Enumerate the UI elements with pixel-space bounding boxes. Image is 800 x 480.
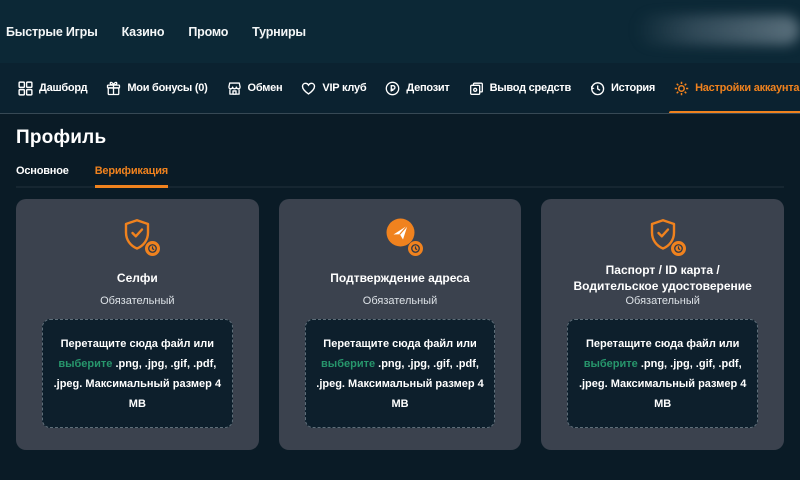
profile-subtabs: Основное Верификация xyxy=(16,165,784,188)
dropzone-text: Перетащите сюда файл или выберите .png, … xyxy=(314,334,487,414)
requirement-label: Обязательный xyxy=(625,295,699,307)
verification-cards: Селфи Обязательный Перетащите сюда файл … xyxy=(16,199,784,450)
file-dropzone[interactable]: Перетащите сюда файл или выберите .png, … xyxy=(305,319,496,428)
gift-icon xyxy=(106,81,121,96)
dashboard-icon xyxy=(18,81,33,96)
nav-item-fast-games[interactable]: Быстрые Игры xyxy=(6,25,98,39)
card-title: Подтверждение адреса xyxy=(330,262,469,294)
tab-label: VIP клуб xyxy=(322,82,366,94)
tab-dashboard[interactable]: Дашборд xyxy=(18,63,87,114)
requirement-label: Обязательный xyxy=(363,295,437,307)
dropzone-text-before: Перетащите сюда файл или xyxy=(323,338,476,350)
nav-item-tournaments[interactable]: Турниры xyxy=(252,25,306,39)
verification-card-passport: Паспорт / ID карта / Водительское удосто… xyxy=(541,199,784,450)
gear-icon xyxy=(674,81,689,96)
profile-section: Профиль Основное Верификация Селфи Обяза… xyxy=(0,114,800,450)
tab-account-settings[interactable]: Настройки аккаунта xyxy=(674,63,799,114)
pending-clock-badge-icon xyxy=(671,241,686,256)
nav-item-promo[interactable]: Промо xyxy=(188,25,228,39)
tab-history[interactable]: История xyxy=(590,63,655,114)
blurred-area xyxy=(635,15,800,45)
dropzone-text-before: Перетащите сюда файл или xyxy=(61,338,214,350)
nav-item-casino[interactable]: Казино xyxy=(122,25,165,39)
pending-clock-badge-icon xyxy=(408,241,423,256)
account-tab-bar: Дашборд Мои бонусы (0) Обмен xyxy=(0,63,800,114)
file-dropzone[interactable]: Перетащите сюда файл или выберите .png, … xyxy=(567,319,758,428)
card-title: Паспорт / ID карта / Водительское удосто… xyxy=(567,262,758,294)
tab-label: Мои бонусы (0) xyxy=(127,82,207,94)
file-dropzone[interactable]: Перетащите сюда файл или выберите .png, … xyxy=(42,319,233,428)
dropzone-text: Перетащите сюда файл или выберите .png, … xyxy=(576,334,749,414)
tab-label: Настройки аккаунта xyxy=(695,82,799,94)
tab-withdrawal[interactable]: Вывод средств xyxy=(469,63,571,114)
browse-file-link[interactable]: выберите xyxy=(584,358,638,370)
dropzone-text-before: Перетащите сюда файл или xyxy=(586,338,739,350)
page-title: Профиль xyxy=(16,127,784,149)
coin-icon xyxy=(385,81,400,96)
banknotes-icon xyxy=(469,81,484,96)
tab-label: История xyxy=(611,82,655,94)
shop-icon xyxy=(227,81,242,96)
requirement-label: Обязательный xyxy=(100,295,174,307)
tab-label: Депозит xyxy=(406,82,449,94)
tab-label: Дашборд xyxy=(39,82,87,94)
browse-file-link[interactable]: выберите xyxy=(321,358,375,370)
subtab-verification[interactable]: Верификация xyxy=(95,165,168,188)
tab-label: Обмен xyxy=(248,82,283,94)
verification-card-selfie: Селфи Обязательный Перетащите сюда файл … xyxy=(16,199,259,450)
address-send-clock-icon xyxy=(386,218,415,256)
subtab-general[interactable]: Основное xyxy=(16,165,69,188)
tab-my-bonuses[interactable]: Мои бонусы (0) xyxy=(106,63,207,114)
shield-check-clock-icon xyxy=(122,218,152,256)
history-icon xyxy=(590,81,605,96)
tab-deposit[interactable]: Депозит xyxy=(385,63,449,114)
heart-icon xyxy=(301,81,316,96)
pending-clock-badge-icon xyxy=(145,241,160,256)
tab-label: Вывод средств xyxy=(490,82,571,94)
tab-vip-club[interactable]: VIP клуб xyxy=(301,63,366,114)
verification-card-address: Подтверждение адреса Обязательный Перета… xyxy=(279,199,522,450)
shield-check-clock-icon xyxy=(648,218,678,256)
top-nav: Быстрые Игры Казино Промо Турниры xyxy=(0,0,800,63)
dropzone-text: Перетащите сюда файл или выберите .png, … xyxy=(51,334,224,414)
browse-file-link[interactable]: выберите xyxy=(58,358,112,370)
tab-exchange[interactable]: Обмен xyxy=(227,63,283,114)
card-title: Селфи xyxy=(117,262,158,294)
